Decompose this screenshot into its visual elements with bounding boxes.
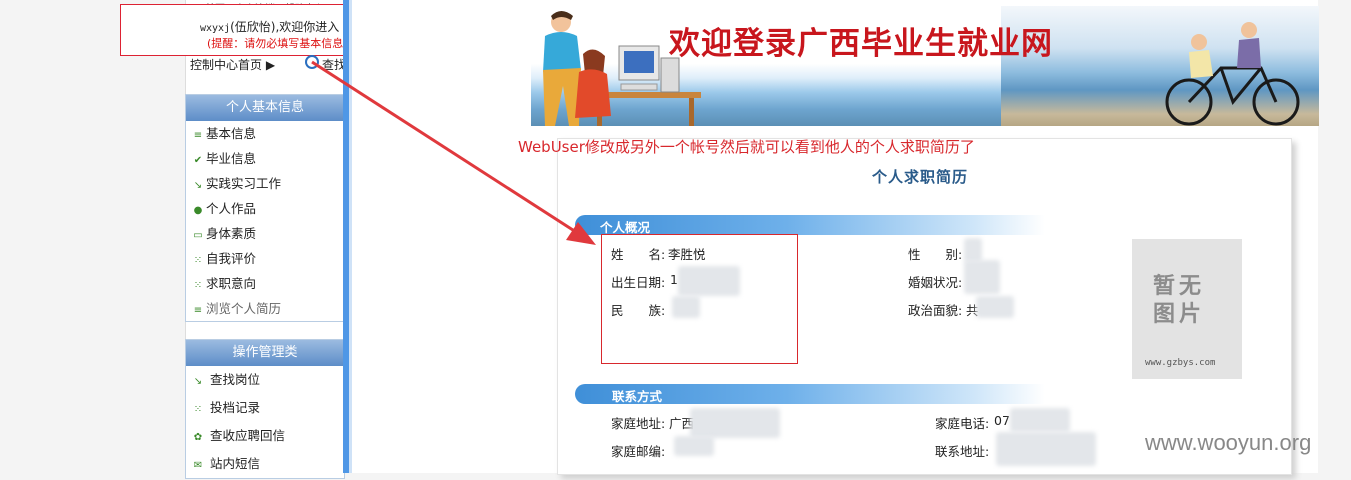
search-icon[interactable] [305, 55, 319, 69]
grid-icon: ⁙ [193, 280, 203, 291]
menu-item-physical[interactable]: ▭ 身体素质 [186, 221, 344, 246]
menu-item-internship[interactable]: ↘ 实践实习工作 [186, 171, 344, 196]
photo-placeholder-url: www.gzbys.com [1145, 358, 1216, 368]
home-address-label: 家庭地址: [611, 416, 666, 431]
redacted-home-phone [1010, 408, 1070, 432]
welcome-realname: (伍欣怡), [230, 20, 280, 34]
welcome-username: wxyxj [200, 23, 231, 34]
home-zip-label: 家庭邮编: [611, 444, 666, 459]
menu-item-view-resume[interactable]: ≡ 浏览个人简历 [186, 296, 344, 321]
menu-item-find-job[interactable]: ↘ 查找岗位 [186, 366, 344, 394]
card-icon: ▭ [193, 230, 203, 241]
menu-item-self-eval[interactable]: ⁙ 自我评价 [186, 246, 344, 271]
contact-address-label: 联系地址: [935, 444, 990, 459]
panel-operations-title: 操作管理类 [186, 340, 344, 366]
panel-basic-info: 个人基本信息 ≡ 基本信息 ✔ 毕业信息 ↘ 实践实习工作 ● 个人作品 ▭ 身体素质 ⁙… [185, 94, 345, 322]
paw-icon: ✿ [193, 432, 203, 443]
welcome-text: 欢迎你进入 [279, 20, 340, 34]
menu-item-graduation[interactable]: ✔ 毕业信息 [186, 146, 344, 171]
redacted-home-zip [674, 436, 714, 456]
site-banner: 欢迎登录广西毕业生就业网 [531, 6, 1319, 126]
list-icon: ≡ [193, 130, 203, 141]
menu-item-works[interactable]: ● 个人作品 [186, 196, 344, 221]
tool-icon: ↘ [193, 180, 203, 191]
panel-basic-info-title: 个人基本信息 [186, 95, 344, 121]
menu-item-basic-info[interactable]: ≡ 基本信息 [186, 121, 344, 146]
menu-item-replies[interactable]: ✿ 查收应聘回信 [186, 422, 344, 450]
highlight-box-resume [601, 234, 798, 364]
gender-label: 性 别: [908, 247, 963, 262]
redacted-contact-address [996, 432, 1096, 466]
grid-icon: ⁙ [193, 255, 203, 266]
redacted-home-address [690, 408, 780, 438]
watermark: www.wooyun.org [1145, 430, 1312, 455]
check-icon: ✔ [193, 155, 203, 166]
tool-icon: ↘ [193, 376, 203, 387]
menu-item-job-intent[interactable]: ⁙ 求职意向 [186, 271, 344, 296]
political-label: 政治面貌: [908, 303, 963, 318]
redacted-marital [964, 260, 1000, 294]
bubble-icon: ● [193, 205, 203, 216]
left-gutter [0, 0, 186, 473]
marital-label: 婚姻状况: [908, 275, 963, 290]
section-contact-title: 联系方式 [612, 389, 663, 404]
banner-title: 欢迎登录广西毕业生就业网 [669, 26, 1053, 62]
right-gutter [1318, 0, 1351, 473]
redacted-political [976, 296, 1014, 318]
menu-item-messages[interactable]: ✉ 站内短信 [186, 450, 344, 478]
home-phone-value: 07 [994, 413, 1010, 428]
mail-icon: ✉ [193, 460, 203, 471]
reminder-text: (提醒：请勿必填写基本信息 [207, 37, 344, 50]
list-icon: ≡ [193, 305, 203, 316]
welcome-message: wxyxj(伍欣怡),欢迎你进入 [200, 18, 345, 35]
home-phone-label: 家庭电话: [935, 416, 990, 431]
photo-placeholder-line2: 图片 [1153, 302, 1206, 327]
panel-operations: 操作管理类 ↘ 查找岗位 ⁙ 投档记录 ✿ 查收应聘回信 ✉ 站内短信 [185, 339, 345, 479]
resume-title: 个人求职简历 [872, 168, 969, 186]
breadcrumb-home-link[interactable]: 控制中心首页 ▶ [190, 56, 275, 73]
menu-item-submissions[interactable]: ⁙ 投档记录 [186, 394, 344, 422]
annotation-text: WebUser修改成另外一个帐号然后就可以看到他人的个人求职简历了 [518, 138, 975, 156]
banner-bicycle-illustration [1165, 22, 1300, 126]
redacted-gender [964, 238, 982, 262]
grid-icon: ⁙ [193, 404, 203, 415]
